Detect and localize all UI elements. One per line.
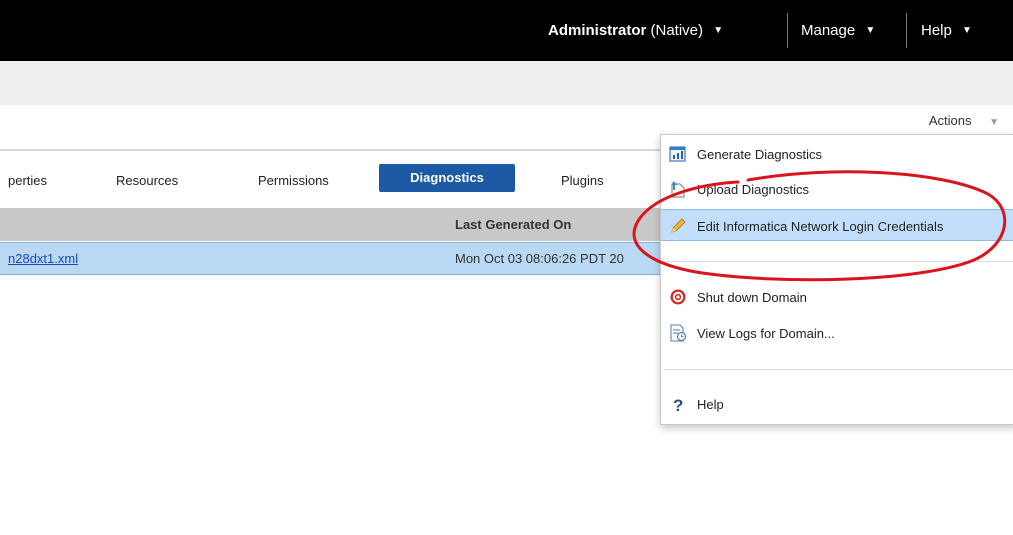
shutdown-icon [670,289,686,305]
help-menu[interactable]: Help ▼ [921,22,972,39]
divider [906,13,907,48]
sub-header-bar [0,61,1013,105]
tab-diagnostics[interactable]: Diagnostics [379,164,515,192]
divider [787,13,788,48]
chevron-down-icon: ▼ [962,25,972,36]
pencil-icon [671,218,686,233]
tab-divider [0,149,660,151]
menu-item-view-logs[interactable]: View Logs for Domain... [661,317,1013,349]
last-generated-value: Mon Oct 03 08:06:26 PDT 20 [455,251,624,266]
chevron-down-icon: ▼ [989,117,999,128]
tab-plugins[interactable]: Plugins [561,173,604,188]
tab-properties[interactable]: perties [8,173,47,188]
menu-item-help[interactable]: ? Help [661,388,1013,420]
generate-diagnostics-icon [669,146,686,162]
menu-item-label: View Logs for Domain... [697,326,835,341]
help-icon: ? [673,396,683,413]
manage-label: Manage [801,22,856,39]
menu-item-label: Shut down Domain [697,290,807,305]
user-menu[interactable]: Administrator (Native) ▼ [548,22,723,39]
menu-item-label: Edit Informatica Network Login Credentia… [697,219,944,234]
menu-item-shut-down-domain[interactable]: Shut down Domain [661,281,1013,313]
menu-divider [663,261,1013,262]
table-row[interactable]: n28dxt1.xml Mon Oct 03 08:06:26 PDT 20 [0,242,660,275]
upload-icon [671,181,685,198]
chevron-down-icon: ▼ [865,25,876,36]
user-type: (Native) [650,22,704,39]
chevron-down-icon: ▼ [713,25,724,36]
tab-resources[interactable]: Resources [116,173,178,188]
view-logs-icon [670,324,687,342]
top-bar: Administrator (Native) ▼ Manage ▼ Help ▼ [0,0,1013,61]
diagnostics-file-link[interactable]: n28dxt1.xml [8,251,78,266]
svg-text:?: ? [673,396,683,413]
manage-menu[interactable]: Manage ▼ [801,22,875,39]
menu-item-upload-diagnostics[interactable]: Upload Diagnostics [661,173,1013,205]
help-label: Help [921,22,952,39]
tab-permissions[interactable]: Permissions [258,173,329,188]
column-header-last-generated[interactable]: Last Generated On [455,217,571,232]
actions-label: Actions [928,113,972,128]
user-name: Administrator [548,22,647,39]
menu-item-label: Help [697,397,724,412]
menu-item-edit-credentials[interactable]: Edit Informatica Network Login Credentia… [661,209,1013,241]
menu-item-label: Generate Diagnostics [697,147,823,162]
table-header: Last Generated On [0,208,660,241]
menu-item-label: Upload Diagnostics [697,182,810,197]
actions-dropdown-menu: Generate Diagnostics Upload Diagnostics … [660,134,1013,425]
menu-item-generate-diagnostics[interactable]: Generate Diagnostics [661,138,1013,170]
menu-divider [663,369,1013,370]
actions-menu-button[interactable]: Actions ▼ [929,113,999,128]
